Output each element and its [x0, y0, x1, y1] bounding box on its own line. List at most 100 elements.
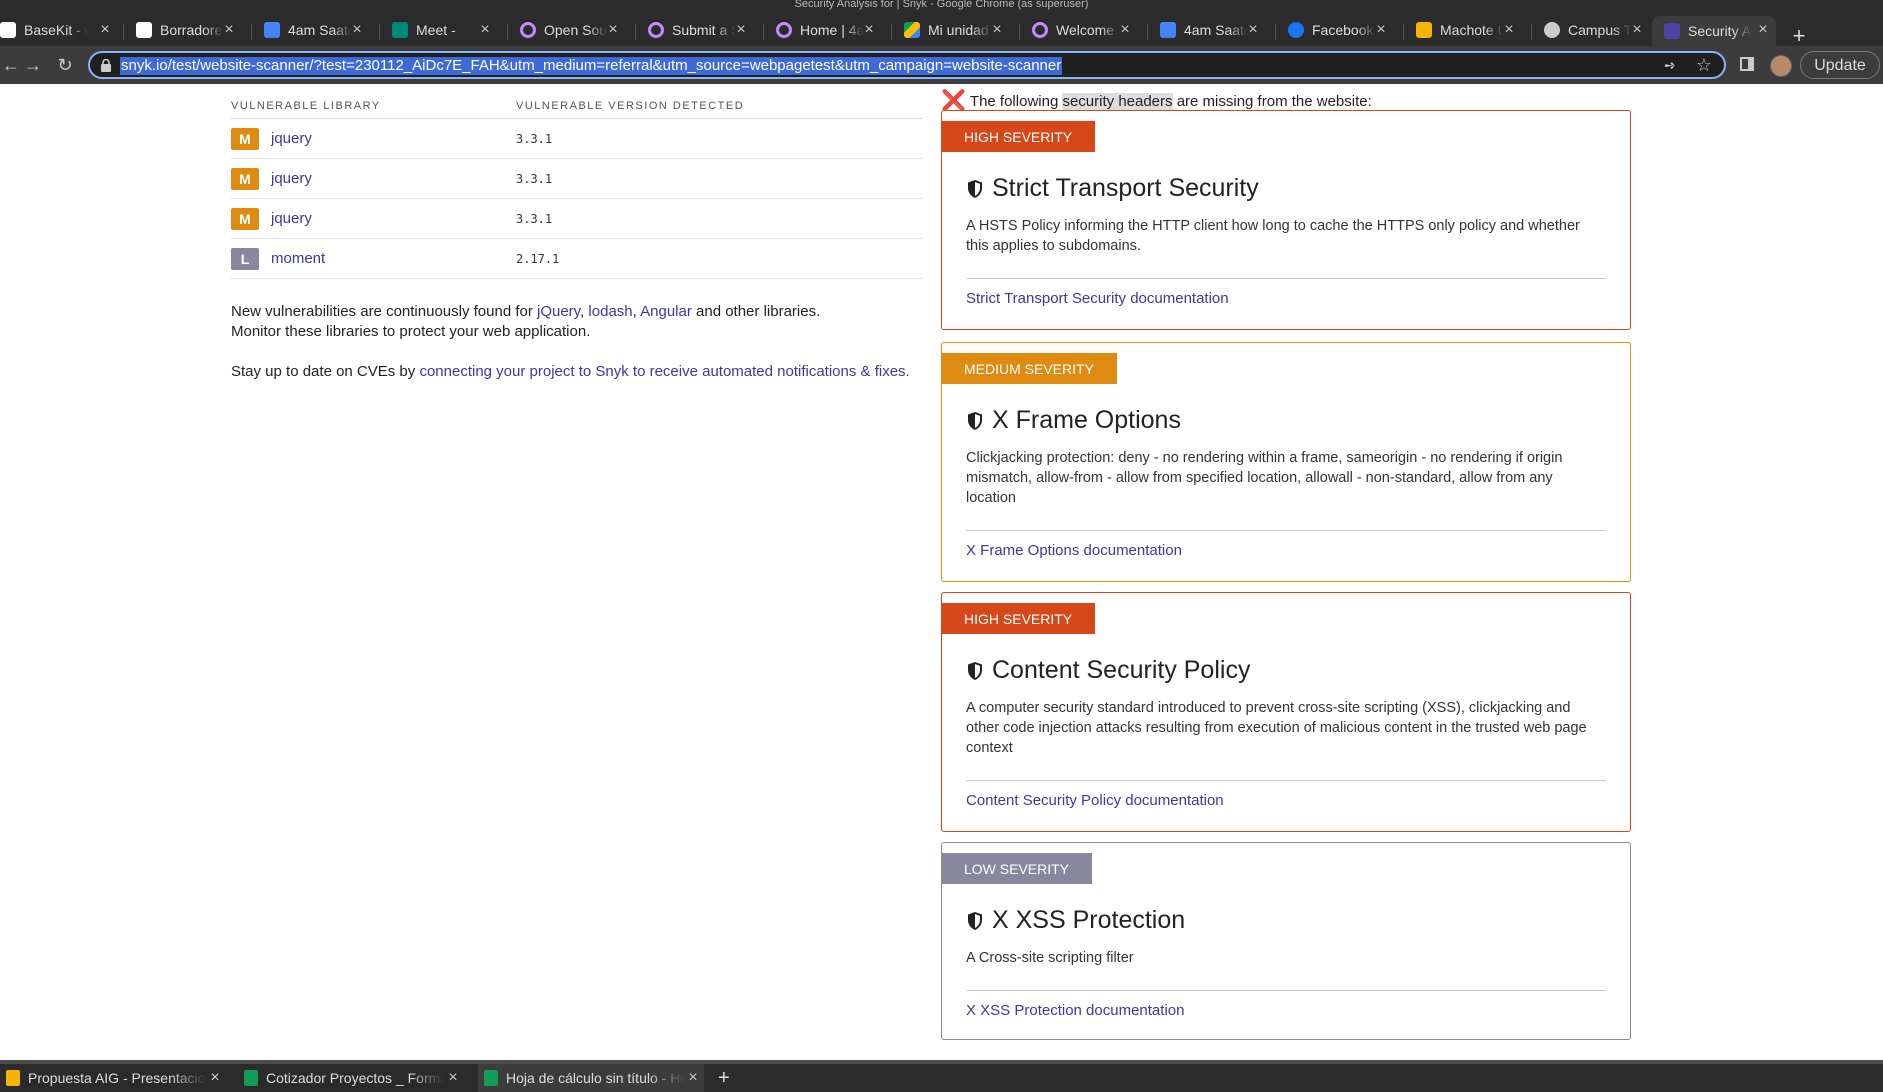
error-x-icon: ❌	[941, 90, 966, 112]
close-tab-icon[interactable]: ×	[1754, 20, 1772, 40]
snyk-icon	[1664, 23, 1680, 39]
tab-title: BaseKit - w	[24, 22, 88, 38]
close-tab-icon[interactable]: ×	[444, 1069, 462, 1087]
bottom-tab[interactable]: Cotizador Proyectos _ Formato ×	[238, 1064, 464, 1092]
tab-title: Machote U	[1440, 22, 1504, 38]
tab-strip: BaseKit - w×Borradores×4am Saatchi×Meet …	[0, 12, 1883, 48]
header-title: X Frame Options	[992, 406, 1181, 434]
header-card-x-xss-protection: LOW SEVERITY X XSS Protection A Cross-site…	[941, 842, 1631, 1040]
window-title: Security Analysis for | Snyk - Google Ch…	[0, 0, 1883, 12]
new-tab-button[interactable]: +	[1788, 25, 1810, 48]
note-comma: ,	[632, 303, 641, 320]
tab-campus-te[interactable]: Campus TE×	[1532, 16, 1650, 44]
close-tab-icon[interactable]: ×	[476, 20, 494, 40]
close-tab-icon[interactable]: ×	[1372, 20, 1390, 40]
update-button[interactable]: Update	[1800, 51, 1880, 79]
close-tab-icon[interactable]: ×	[206, 1069, 224, 1087]
circle-icon	[776, 22, 792, 38]
documentation-link[interactable]: X Frame Options documentation	[966, 542, 1606, 559]
library-link[interactable]: moment	[271, 250, 516, 267]
address-bar[interactable]: snyk.io/test/website-scanner/?test=23011…	[88, 51, 1726, 79]
close-tab-icon[interactable]: ×	[220, 20, 238, 40]
url-text[interactable]: snyk.io/test/website-scanner/?test=23011…	[120, 57, 1063, 75]
header-card-content-security-policy: HIGH SEVERITY Content Security Policy A co…	[941, 592, 1631, 832]
cve-note: Stay up to date on CVEs by connecting yo…	[231, 362, 931, 382]
header-title-row: Content Security Policy	[966, 656, 1630, 685]
tab-separator	[891, 24, 892, 40]
tab-welcome[interactable]: Welcome | ×	[1020, 16, 1138, 44]
tab-submit-a-s[interactable]: Submit a S ×	[636, 16, 754, 44]
shield-icon	[968, 661, 982, 680]
close-tab-icon[interactable]: ×	[860, 20, 878, 40]
facebook-icon	[1288, 22, 1304, 38]
profile-avatar[interactable]	[1770, 55, 1792, 77]
severity-label: HIGH SEVERITY	[941, 603, 1096, 634]
tab-title: Cotizador Proyectos _ Formato	[266, 1070, 444, 1086]
tab-home-4am[interactable]: Home | 4am×	[764, 16, 882, 44]
back-icon[interactable]: ←	[0, 54, 22, 76]
tab-basekit-w[interactable]: BaseKit - w ×	[0, 16, 118, 44]
side-panel-icon[interactable]	[1740, 57, 1754, 71]
divider	[966, 990, 1606, 991]
tab-title: Borradores	[160, 22, 224, 38]
intro-highlight: security headers	[1062, 92, 1173, 110]
severity-label: HIGH SEVERITY	[941, 121, 1096, 152]
circle-icon	[648, 22, 664, 38]
documentation-link[interactable]: Strict Transport Security documentation	[966, 290, 1606, 307]
tab-mi-unidad[interactable]: Mi unidad ×	[892, 16, 1010, 44]
close-tab-icon[interactable]: ×	[348, 20, 366, 40]
connect-project-link[interactable]: connecting your project to Snyk to recei…	[419, 363, 909, 380]
close-tab-icon[interactable]: ×	[1500, 20, 1518, 40]
close-tab-icon[interactable]: ×	[1116, 20, 1134, 40]
gmail-icon	[136, 22, 152, 38]
jquery-link[interactable]: jQuery	[537, 303, 580, 320]
bottom-tab[interactable]: Hoja de cálculo sin título - Hoj ×	[478, 1064, 704, 1092]
forward-icon[interactable]: →	[22, 54, 44, 76]
table-header: VULNERABLE LIBRARY VULNERABLE VERSION DE…	[231, 94, 923, 119]
header-title: X XSS Protection	[992, 906, 1186, 934]
library-link[interactable]: jquery	[271, 130, 516, 147]
basekit-icon	[0, 22, 16, 38]
monitor-note: Monitor these libraries to protect your …	[231, 323, 591, 340]
bottom-tab[interactable]: Propuesta AIG - Presentacion ×	[0, 1064, 226, 1092]
header-description: A HSTS Policy informing the HTTP client …	[966, 218, 1580, 254]
tab-open-source[interactable]: Open Source×	[508, 16, 626, 44]
tab-meet[interactable]: Meet - ×	[380, 16, 498, 44]
vulnerable-library-table: VULNERABLE LIBRARY VULNERABLE VERSION DE…	[231, 94, 923, 279]
intro-text: The following	[969, 92, 1063, 110]
lodash-link[interactable]: lodash	[588, 303, 632, 320]
close-tab-icon[interactable]: ×	[1244, 20, 1262, 40]
intro-text: are missing from the website:	[1172, 92, 1372, 110]
documentation-link[interactable]: X XSS Protection documentation	[966, 1002, 1606, 1019]
tab-4am-saatchi[interactable]: 4am Saatchi×	[1148, 16, 1266, 44]
globe-icon	[1544, 22, 1560, 38]
header-title-row: X Frame Options	[966, 406, 1630, 435]
tab-separator	[1275, 24, 1276, 40]
documentation-link[interactable]: Content Security Policy documentation	[966, 792, 1606, 809]
tab-facebook[interactable]: Facebook ×	[1276, 16, 1394, 44]
lock-icon[interactable]	[100, 59, 112, 72]
vulnerabilities-note: New vulnerabilities are continuously fou…	[231, 302, 931, 342]
close-tab-icon[interactable]: ×	[604, 20, 622, 40]
reload-icon[interactable]: ↻	[54, 54, 76, 76]
close-tab-icon[interactable]: ×	[96, 20, 114, 40]
tab-machote-u[interactable]: Machote U ×	[1404, 16, 1522, 44]
bookmark-star-icon[interactable]: ☆	[1696, 55, 1712, 75]
share-icon[interactable]: ➺	[1664, 57, 1680, 73]
tab-borradores[interactable]: Borradores ×	[124, 16, 242, 44]
close-tab-icon[interactable]: ×	[988, 20, 1006, 40]
tab-title: Home | 4am	[800, 22, 864, 38]
library-version: 3.3.1	[516, 171, 553, 186]
library-link[interactable]: jquery	[271, 210, 516, 227]
header-title-row: Strict Transport Security	[966, 174, 1630, 203]
new-tab-button[interactable]: +	[718, 1064, 730, 1092]
close-tab-icon[interactable]: ×	[1628, 20, 1646, 40]
angular-link[interactable]: Angular	[640, 303, 692, 320]
close-tab-icon[interactable]: ×	[732, 20, 750, 40]
library-link[interactable]: jquery	[271, 170, 516, 187]
column-header-version: VULNERABLE VERSION DETECTED	[516, 100, 745, 112]
tab-4am-saatchi[interactable]: 4am Saatchi×	[252, 16, 370, 44]
slides-icon	[1416, 22, 1432, 38]
tab-security-an[interactable]: Security An ×	[1652, 16, 1776, 46]
close-tab-icon[interactable]: ×	[684, 1069, 702, 1087]
